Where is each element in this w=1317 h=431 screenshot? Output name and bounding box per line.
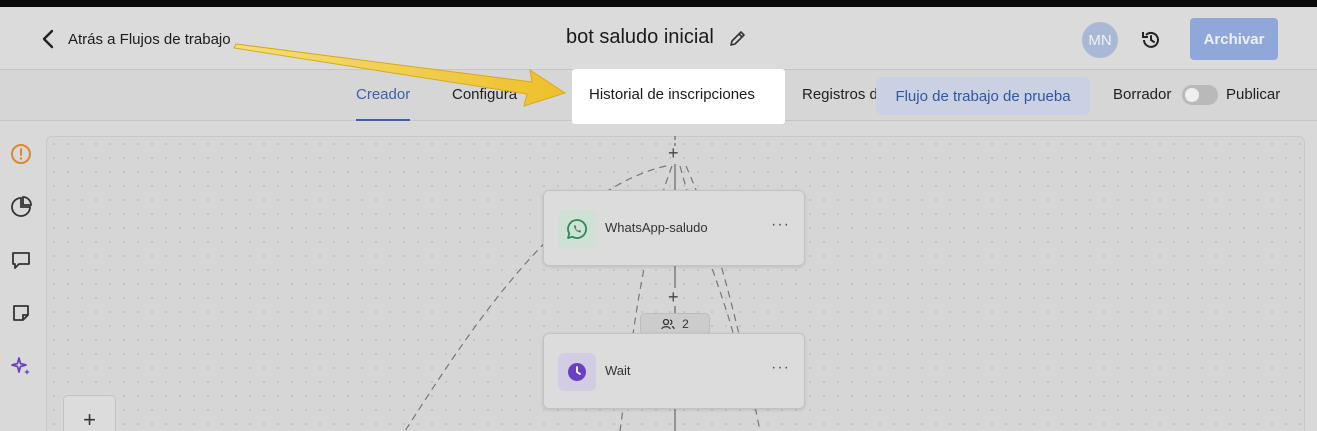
page-title: bot saludo inicial: [566, 26, 748, 49]
contact-count: 2: [682, 317, 689, 331]
pie-chart-icon[interactable]: [10, 196, 32, 218]
publish-label: Publicar: [1226, 86, 1281, 103]
back-link-label: Atrás a Flujos de trabajo: [68, 30, 231, 48]
note-icon[interactable]: [10, 302, 32, 324]
sparkle-icon[interactable]: [10, 355, 32, 377]
tab-historial-highlighted[interactable]: Historial de inscripciones: [572, 69, 785, 124]
test-workflow-button[interactable]: Flujo de trabajo de prueba: [876, 77, 1090, 115]
window-top-bar: [0, 0, 1317, 7]
publish-toggle[interactable]: [1182, 85, 1218, 105]
more-icon[interactable]: ···: [771, 359, 790, 377]
comment-icon[interactable]: [10, 249, 32, 271]
node-whatsapp[interactable]: WhatsApp-saludo ···: [543, 190, 805, 266]
pencil-icon[interactable]: [728, 28, 748, 48]
more-icon[interactable]: ···: [771, 216, 790, 234]
zoom-in-button[interactable]: +: [63, 395, 116, 431]
avatar[interactable]: MN: [1082, 22, 1118, 58]
whatsapp-icon: [558, 210, 596, 248]
chevron-left-icon: [42, 29, 54, 49]
node-label: WhatsApp-saludo: [605, 220, 708, 235]
history-icon[interactable]: [1140, 29, 1162, 51]
users-icon: [661, 318, 675, 330]
header: Atrás a Flujos de trabajo bot saludo ini…: [0, 7, 1317, 69]
node-wait[interactable]: Wait ···: [543, 333, 805, 409]
add-step-middle[interactable]: +: [668, 287, 679, 308]
node-label: Wait: [605, 363, 631, 378]
clock-icon: [558, 353, 596, 391]
tab-configuracion[interactable]: Configura: [452, 86, 517, 103]
archive-button[interactable]: Archivar: [1190, 18, 1278, 60]
draft-label: Borrador: [1113, 86, 1172, 103]
alert-icon[interactable]: [10, 143, 32, 165]
tab-registros[interactable]: Registros d: [802, 86, 878, 103]
add-step-top[interactable]: +: [668, 143, 679, 164]
tab-historial-label: Historial de inscripciones: [589, 86, 755, 103]
back-link[interactable]: Atrás a Flujos de trabajo: [40, 29, 231, 49]
workflow-name: bot saludo inicial: [566, 26, 714, 48]
left-toolbar: [0, 121, 44, 431]
contact-count-badge[interactable]: 2: [640, 313, 710, 335]
tab-creador[interactable]: Creador: [356, 86, 411, 121]
